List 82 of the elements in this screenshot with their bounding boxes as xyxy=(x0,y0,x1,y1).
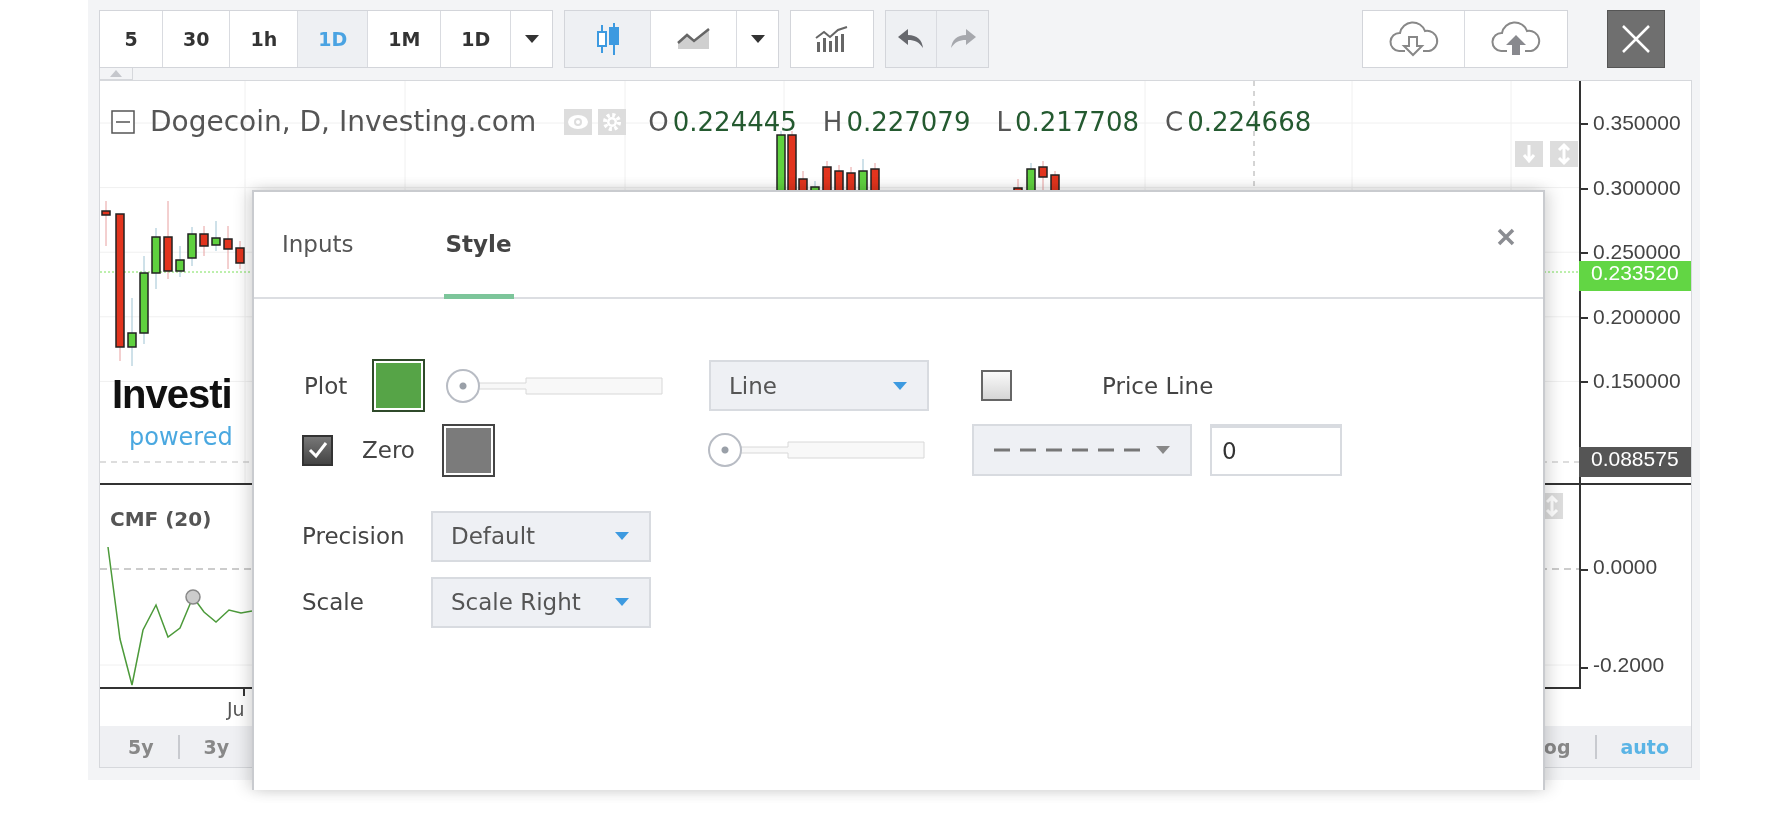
undo-icon xyxy=(897,28,926,50)
indicators-icon xyxy=(815,26,850,52)
caret-icon xyxy=(523,34,540,44)
price-marker-badge: 0.088575 xyxy=(1579,447,1691,477)
cloud-upload-icon xyxy=(1489,21,1543,57)
indicator-title: CMF (20) xyxy=(110,507,212,531)
caret-icon xyxy=(615,532,629,540)
candlestick-icon xyxy=(594,22,621,56)
ohlc-label: L xyxy=(996,106,1011,137)
check-icon xyxy=(306,440,329,460)
caret-icon xyxy=(749,34,766,44)
precision-dropdown[interactable]: Default xyxy=(431,510,651,562)
ohlc-label: C xyxy=(1165,106,1184,137)
indicator-axis-label: -0.2000 xyxy=(1593,654,1665,676)
line-style-dropdown[interactable] xyxy=(972,424,1192,476)
field-label: Price Line xyxy=(1102,372,1214,399)
undo-button[interactable] xyxy=(886,11,938,67)
field-label: Scale xyxy=(302,589,365,615)
ohlc-label: H xyxy=(822,106,843,137)
candlestick xyxy=(175,245,185,278)
line-type-dropdown[interactable]: Line xyxy=(709,360,929,411)
close-icon xyxy=(1497,228,1515,246)
candlestick xyxy=(834,164,844,192)
field-label: Precision xyxy=(302,523,406,549)
logo-tagline: powered xyxy=(129,423,233,451)
checkbox[interactable] xyxy=(981,370,1012,401)
ohlc-label: O xyxy=(648,106,669,137)
value-input[interactable]: 0 xyxy=(1210,424,1342,476)
close-icon xyxy=(1621,24,1651,54)
caret-icon xyxy=(893,381,907,390)
ohlc-value: 0.224668 xyxy=(1187,106,1312,137)
close-button[interactable] xyxy=(1497,228,1515,246)
color-swatch[interactable] xyxy=(372,359,425,412)
caret-icon xyxy=(615,598,629,606)
close-button[interactable] xyxy=(1607,10,1665,68)
candlestick xyxy=(822,160,832,192)
candlestick xyxy=(235,240,245,270)
candlestick xyxy=(187,226,197,267)
price-axis-label: 0.200000 xyxy=(1593,305,1681,328)
candlestick xyxy=(858,158,868,192)
price-axis-label: 0.350000 xyxy=(1593,112,1681,134)
candlestick xyxy=(1038,160,1048,192)
color-swatch[interactable] xyxy=(442,423,495,477)
candlestick xyxy=(101,200,111,247)
indicator-axis-label: 0.0000 xyxy=(1593,556,1658,578)
candlestick xyxy=(776,130,786,192)
price-axis-label: 0.250000 xyxy=(1593,241,1681,264)
last-price-badge: 0.233520 xyxy=(1579,261,1691,291)
candlestick xyxy=(127,297,137,367)
price-axis-label: 0.150000 xyxy=(1593,370,1681,393)
collapse-icon[interactable] xyxy=(111,109,135,134)
candlestick xyxy=(223,225,233,270)
symbol-title: Dogecoin, D, Investing.com xyxy=(150,105,537,138)
chart-type-button[interactable] xyxy=(565,11,652,67)
candlestick xyxy=(151,227,161,290)
logo-text: Investi xyxy=(112,371,233,417)
slider-thumb[interactable] xyxy=(708,433,742,467)
opacity-slider[interactable] xyxy=(708,433,925,467)
ohlc-value: 0.227079 xyxy=(846,106,971,137)
field-label: Zero xyxy=(362,437,416,463)
candlestick xyxy=(870,162,880,192)
dialog-tab[interactable]: Inputs xyxy=(280,194,356,299)
field-label: Plot xyxy=(304,372,349,399)
dialog-tab[interactable]: Style xyxy=(443,194,514,299)
candlestick xyxy=(199,225,209,257)
point-marker xyxy=(185,589,201,605)
slider-thumb[interactable] xyxy=(446,368,480,403)
candlestick xyxy=(211,220,221,252)
caret-icon xyxy=(1156,446,1170,454)
area-chart-icon xyxy=(676,27,711,51)
ohlc-value: 0.224445 xyxy=(672,106,797,137)
caret-icon xyxy=(110,70,122,77)
candlestick xyxy=(1026,162,1036,192)
time-axis-label: Ju xyxy=(227,698,245,720)
ohlc-value: 0.217708 xyxy=(1014,106,1139,137)
redo-icon xyxy=(948,28,977,50)
candlestick xyxy=(846,166,856,192)
opacity-slider[interactable] xyxy=(446,368,663,403)
price-axis-label: 0.300000 xyxy=(1593,176,1681,199)
candlestick xyxy=(1050,170,1060,192)
scale-dropdown[interactable]: Scale Right xyxy=(431,576,651,628)
checkbox[interactable] xyxy=(302,434,333,466)
